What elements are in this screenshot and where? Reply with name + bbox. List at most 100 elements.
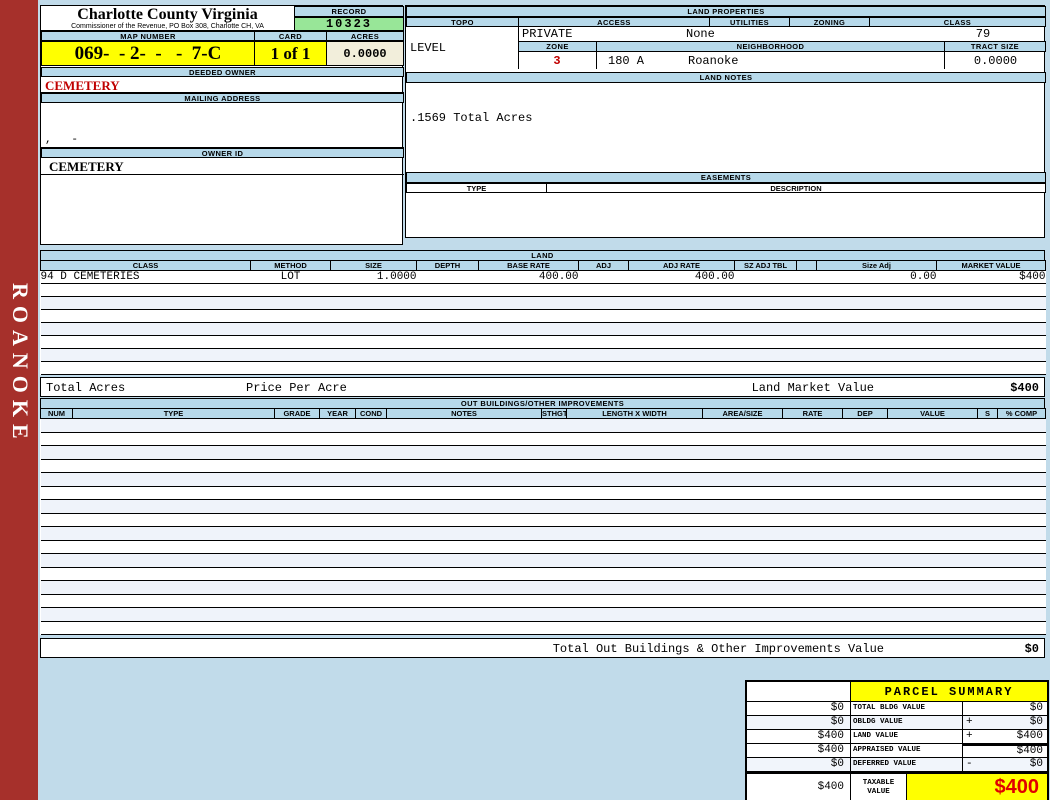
land-cell (734, 270, 797, 284)
column-header: YEAR (319, 408, 356, 419)
utilities-label: UTILITIES (709, 17, 790, 27)
column-header: MARKET VALUE (936, 260, 1046, 271)
column-header: SZ ADJ TBL (734, 260, 797, 271)
tract-size-value: 0.0000 (944, 52, 1046, 69)
parcel-summary-header: PARCEL SUMMARY (747, 682, 1047, 702)
empty-row (40, 539, 1046, 554)
column-header: STHGT (541, 408, 567, 419)
column-header (796, 260, 817, 271)
card-label: CARD (254, 31, 327, 41)
empty-row (40, 566, 1046, 581)
zone-label: ZONE (518, 41, 597, 52)
mailing-address-value: , - (45, 134, 79, 146)
class-value: 79 (975, 27, 991, 41)
empty-row (40, 620, 1046, 635)
owner-panel: Charlotte County Virginia Commissioner o… (40, 5, 404, 245)
land-cell: 94 D CEMETERIES (40, 270, 251, 284)
district-name: ROANOKE (8, 283, 33, 446)
land-cell: 0.00 (816, 270, 937, 284)
taxable-value-total: $400 (907, 774, 1047, 800)
deeded-owner-value: CEMETERY (41, 77, 404, 93)
out-buildings-table: NUM TYPE GRADE YEAR COND NOTES STHGT LENGTH X W… (40, 408, 1046, 635)
easement-description-label: DESCRIPTION (546, 183, 1046, 193)
record-label: RECORD (294, 6, 404, 17)
empty-row (40, 485, 1046, 500)
utilities-value: None (686, 27, 715, 41)
property-record-card: ROANOKE Charlotte County Virginia Commis… (0, 0, 1050, 800)
land-table-body: 94 D CEMETERIES LOT 1.0000 400.00 400.00 0.00… (40, 270, 1046, 375)
summary-carry-value: $400 (747, 730, 851, 744)
land-cell (796, 270, 817, 284)
neighborhood-value: 180 A Roanoke (596, 52, 945, 69)
empty-row (40, 445, 1046, 460)
county-subtitle: Commissioner of the Revenue, PO Box 308,… (71, 23, 264, 30)
column-header: ADJ RATE (628, 260, 735, 271)
column-header: SIZE (330, 260, 417, 271)
easements-title: EASEMENTS (406, 172, 1046, 183)
column-header: S (977, 408, 998, 419)
class-label: CLASS (869, 17, 1046, 27)
empty-row (40, 335, 1046, 349)
topo-label: TOPO (406, 17, 519, 27)
out-buildings-section: OUT BUILDINGS/OTHER IMPROVEMENTS NUM TYPE… (40, 398, 1046, 658)
empty-row (40, 348, 1046, 362)
column-header: Size Adj (816, 260, 937, 271)
taxable-value-row: $400 TAXABLE VALUE $400 (747, 772, 1047, 800)
empty-row (40, 418, 1046, 433)
land-header-row: CLASS METHOD SIZE DEPTH BASE RATE ADJ ADJ RATE… (40, 260, 1046, 271)
land-section: LAND CLASS METHOD SIZE DEPTH BASE RATE ADJ ADJ… (40, 250, 1046, 397)
zone-value: 3 (518, 52, 597, 69)
summary-label: LAND VALUE (851, 730, 963, 744)
summary-operator: + (966, 716, 973, 728)
column-header: GRADE (274, 408, 320, 419)
acres-label: ACRES (326, 31, 404, 41)
zoning-label: ZONING (789, 17, 870, 27)
price-per-acre-label: Price Per Acre (246, 381, 347, 395)
neighborhood-code: 180 A (608, 53, 645, 68)
column-header: NUM (40, 408, 73, 419)
empty-row (40, 580, 1046, 595)
land-properties-values: PRIVATE None 79 (518, 27, 1046, 41)
land-cell: 400.00 (628, 270, 735, 284)
summary-value: $400 (963, 744, 1047, 758)
neighborhood-name: Roanoke (688, 53, 739, 68)
access-value: PRIVATE (522, 27, 573, 41)
owner-id-value: CEMETERY (41, 158, 404, 175)
card-value: 1 of 1 (254, 41, 327, 66)
taxable-value-label: TAXABLE VALUE (851, 774, 907, 800)
empty-row (40, 472, 1046, 487)
summary-label: OBLDG VALUE (851, 716, 963, 730)
land-cell: LOT (250, 270, 331, 284)
summary-carry-value: $0 (747, 758, 851, 772)
land-cell (416, 270, 479, 284)
column-header: METHOD (250, 260, 331, 271)
column-header: NOTES (386, 408, 542, 419)
column-header: % COMP (997, 408, 1046, 419)
summary-carry-value: $0 (747, 702, 851, 716)
empty-row (40, 431, 1046, 446)
county-header: Charlotte County Virginia Commissioner o… (41, 6, 295, 31)
summary-label: TOTAL BLDG VALUE (851, 702, 963, 716)
land-notes-box: .1569 Total Acres (406, 83, 1046, 172)
summary-label: DEFERRED VALUE (851, 758, 963, 772)
summary-label: APPRAISED VALUE (851, 744, 963, 758)
empty-row (40, 593, 1046, 608)
out-buildings-total-row: Total Out Buildings & Other Improvements… (40, 638, 1045, 658)
land-data-row: 94 D CEMETERIES LOT 1.0000 400.00 400.00 0.00… (40, 270, 1046, 284)
empty-row (40, 361, 1046, 375)
column-header: DEP (842, 408, 888, 419)
map-number-label: MAP NUMBER (41, 31, 255, 41)
column-header: VALUE (887, 408, 978, 419)
empty-row (40, 322, 1046, 336)
acres-value: 0.0000 (326, 41, 404, 66)
empty-row (40, 553, 1046, 568)
mailing-address-box: , - (41, 103, 404, 148)
parcel-summary-rows: $0 TOTAL BLDG VALUE $0 $0 OBLDG VALUE + $0 $400… (747, 702, 1047, 772)
land-notes-value: .1569 Total Acres (410, 111, 533, 125)
summary-value: - $0 (963, 758, 1047, 772)
out-buildings-total-label: Total Out Buildings & Other Improvements… (552, 642, 884, 656)
summary-value: + $0 (963, 716, 1047, 730)
column-header: LENGTH X WIDTH (566, 408, 703, 419)
parcel-summary: PARCEL SUMMARY $0 TOTAL BLDG VALUE $0 $0 OBL… (745, 680, 1049, 800)
tract-size-label: TRACT SIZE (944, 41, 1046, 52)
